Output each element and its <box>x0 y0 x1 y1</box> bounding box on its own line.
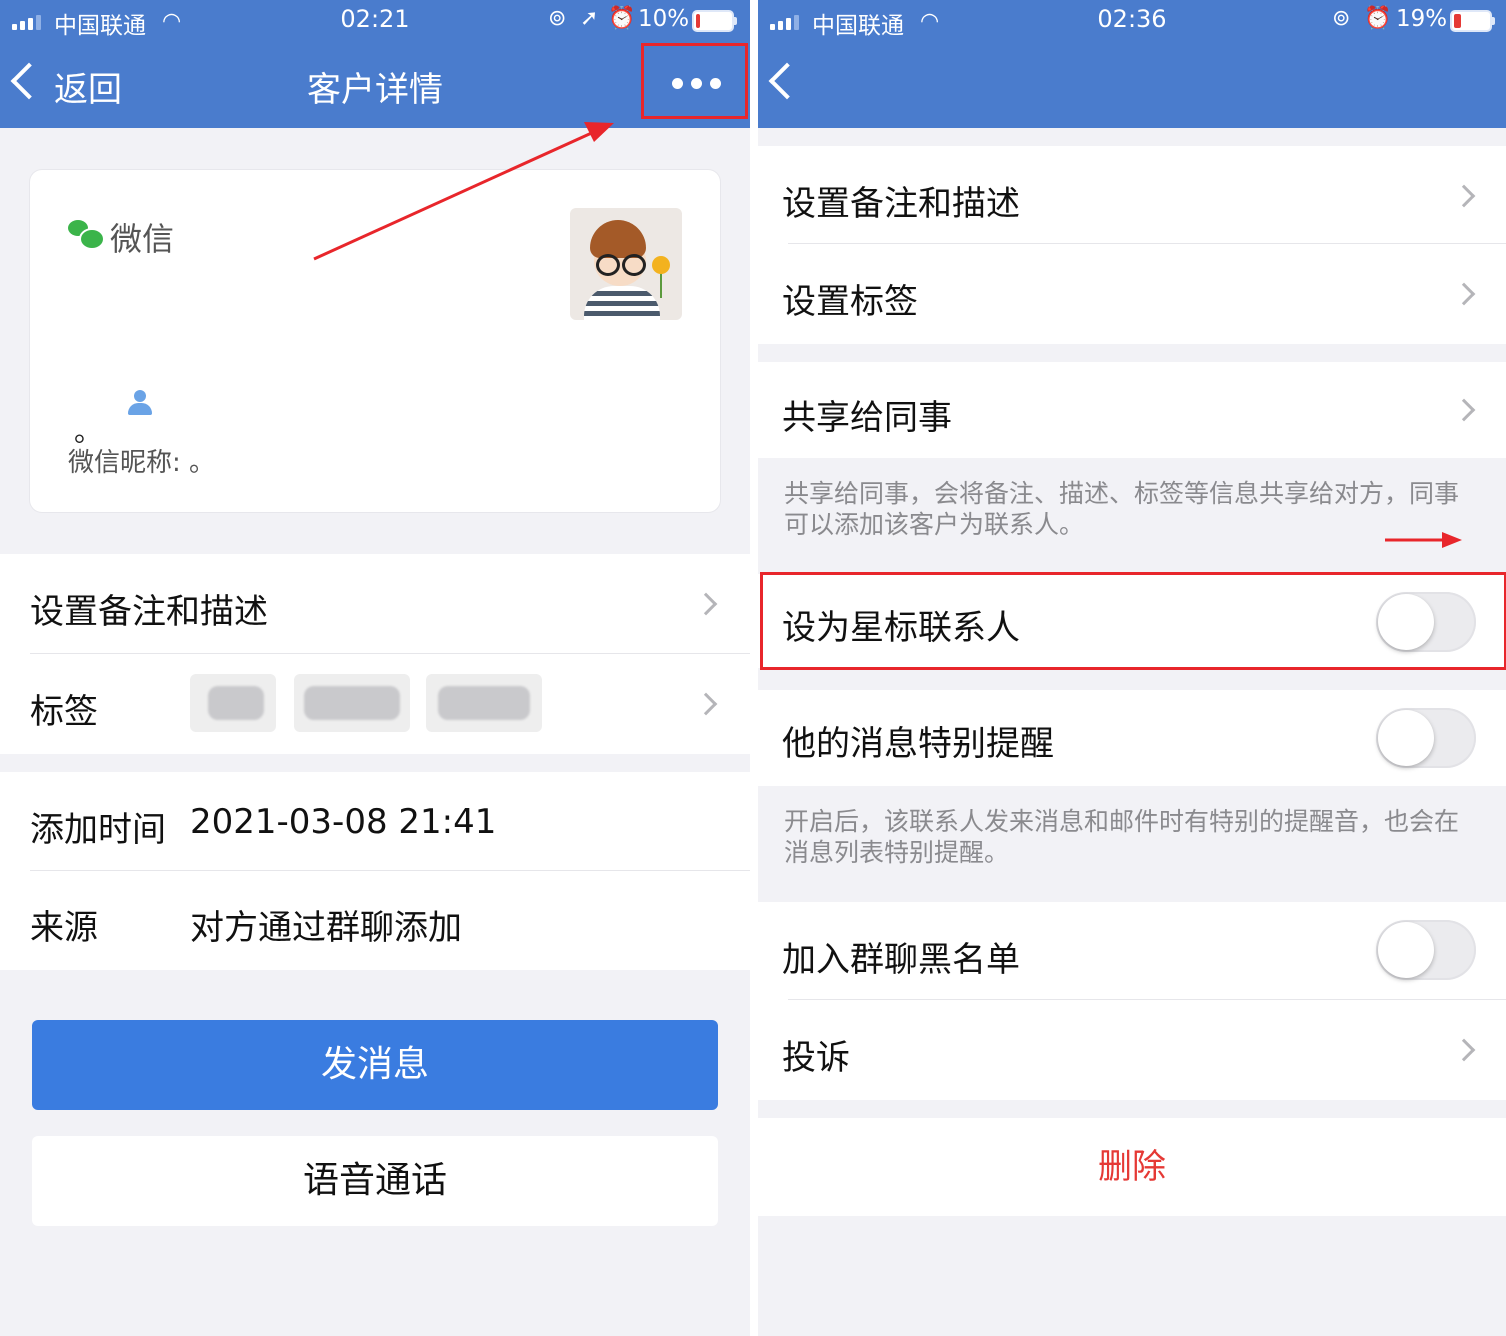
special-alert-toggle[interactable] <box>1376 708 1476 768</box>
voice-call-button[interactable]: 语音通话 <box>32 1136 718 1226</box>
tags-label: 标签 <box>30 692 98 732</box>
annotation-arrow <box>313 122 614 261</box>
tag-chip <box>190 674 276 732</box>
alert-group: 他的消息特别提醒 <box>758 690 1506 786</box>
chevron-right-icon <box>694 592 718 616</box>
blacklist-label: 加入群聊黑名单 <box>782 940 1020 980</box>
settings-group: 设置备注和描述 标签 <box>0 554 750 754</box>
remark-label: 设置备注和描述 <box>30 592 268 632</box>
add-time-label: 添加时间 <box>30 810 166 850</box>
add-time-value: 2021-03-08 21:41 <box>190 802 497 842</box>
source-label: 来源 <box>30 908 98 948</box>
alert-note: 开启后，该联系人发来消息和邮件时有特别的提醒音，也会在消息列表特别提醒。 <box>784 807 1460 867</box>
source-row: 来源 对方通过群聊添加 <box>0 870 750 970</box>
send-message-button[interactable]: 发消息 <box>32 1020 718 1110</box>
source-value: 对方通过群聊添加 <box>190 908 462 948</box>
delete-button[interactable]: 删除 <box>758 1118 1506 1216</box>
settings-group-2: 加入群聊黑名单 投诉 <box>758 902 1506 1100</box>
special-alert-label: 他的消息特别提醒 <box>782 724 1054 764</box>
complain-label: 投诉 <box>782 1038 850 1078</box>
chat-settings-screen: 中国联通 ◠ 02:36 ⊚ ⏰ 19% 设置备注和描述 设置标签 共享给同事 … <box>758 0 1506 1336</box>
complain-row[interactable]: 投诉 <box>758 1000 1506 1100</box>
remark-row[interactable]: 设置备注和描述 <box>0 554 750 654</box>
annotation-arrow <box>1385 532 1462 548</box>
tags-row[interactable]: 标签 <box>0 654 750 754</box>
wechat-nickname: 微信昵称: 。 <box>68 448 216 478</box>
info-group: 添加时间 2021-03-08 21:41 来源 对方通过群聊添加 <box>0 772 750 970</box>
tag-chip <box>426 674 542 732</box>
blacklist-toggle[interactable] <box>1376 920 1476 980</box>
chevron-right-icon <box>694 692 718 716</box>
person-icon <box>126 390 154 416</box>
chevron-right-icon <box>1452 1038 1476 1062</box>
add-time-row: 添加时间 2021-03-08 21:41 <box>0 772 750 872</box>
tag-chip <box>294 674 410 732</box>
customer-detail-screen: 中国联通 ◠ 02:21 ⊚ ➚ ⏰ 10% 返回 客户详情 微信 。 微信昵称… <box>0 0 750 1336</box>
